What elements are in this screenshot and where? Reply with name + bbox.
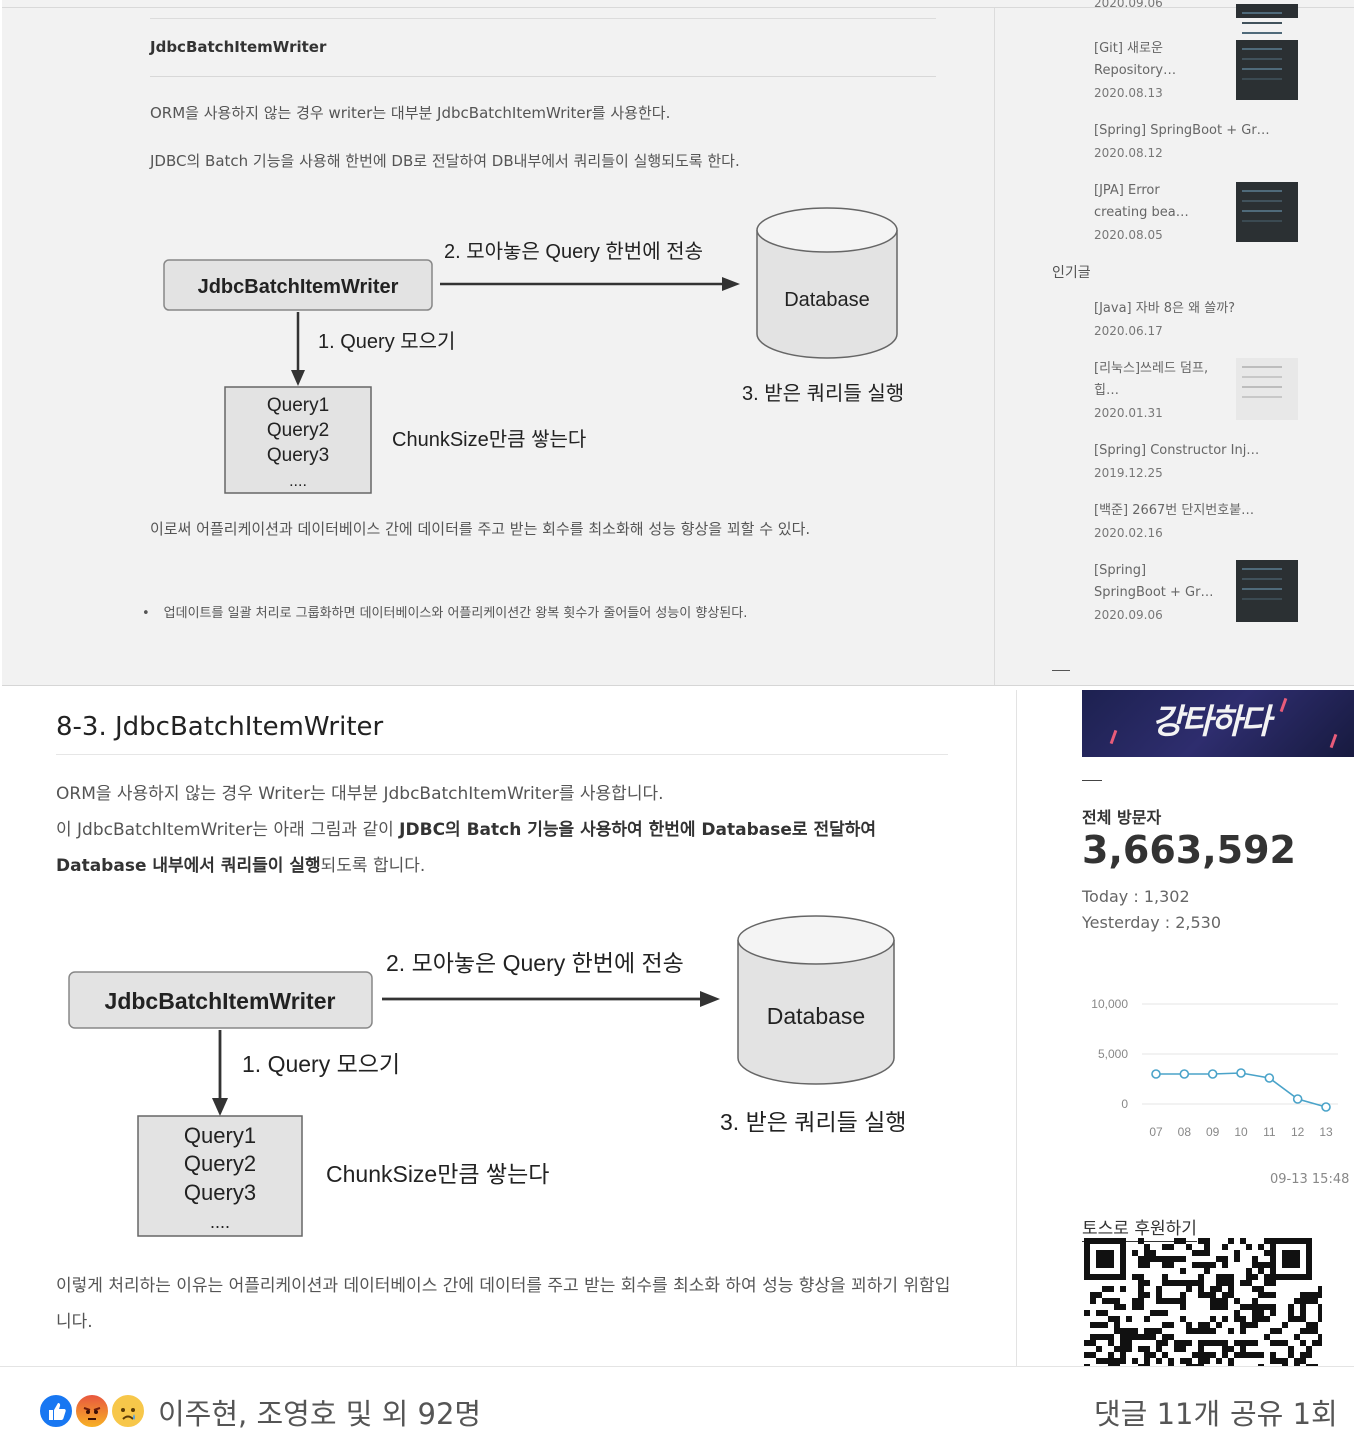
data-point <box>1264 1073 1275 1083</box>
step1-label: 1. Query 모으기 <box>318 330 455 353</box>
query-label: Query2 <box>184 1151 256 1176</box>
data-point <box>1207 1069 1218 1079</box>
sidebar-recent-post[interactable]: [JPA] Error creating bea… 2020.08.05 <box>1094 180 1189 246</box>
sidebar-popular-post[interactable]: [Java] 자바 8은 왜 쓸까? 2020.06.17 <box>1094 298 1235 342</box>
query-label: Query3 <box>267 445 329 466</box>
angry-icon[interactable] <box>74 1393 110 1429</box>
step1-label: 1. Query 모으기 <box>242 1051 400 1077</box>
paragraph: 이렇게 처리하는 이유는 어플리케이션과 데이터베이스 간에 데이터를 주고 받… <box>56 1276 951 1332</box>
top-screenshot-panel: JdbcBatchItemWriter ORM을 사용하지 않는 경우 writ… <box>2 0 1354 686</box>
send-arrowhead <box>700 991 720 1007</box>
chunk-label: ChunkSize만큼 쌓는다 <box>326 1161 549 1187</box>
section-title: 8-3. JdbcBatchItemWriter <box>56 712 384 742</box>
batch-diagram: JdbcBatchItemWriter 2. 모아놓은 Query 한번에 전송… <box>160 206 940 498</box>
post-thumbnail[interactable] <box>1236 182 1298 242</box>
collect-arrowhead <box>212 1098 228 1116</box>
comment-count[interactable]: 댓글 11개 <box>1094 1391 1220 1433</box>
x-tick-label: 08 <box>1178 1125 1192 1139</box>
step3-label: 3. 받은 쿼리들 실행 <box>742 382 904 405</box>
sad-icon[interactable] <box>110 1393 146 1429</box>
y-tick-label: 0 <box>1121 1097 1128 1111</box>
divider <box>56 754 948 755</box>
qr-code[interactable] <box>1084 1238 1322 1366</box>
data-point <box>1321 1102 1331 1112</box>
writer-label: JdbcBatchItemWriter <box>105 988 336 1014</box>
batch-diagram: JdbcBatchItemWriter 2. 모아놓은 Query 한번에 전송… <box>66 912 946 1242</box>
query-label: Query1 <box>184 1123 256 1148</box>
sidebar-recent-post[interactable]: [Git] 새로운 Repository… 2020.08.13 <box>1094 38 1176 104</box>
paragraph: ORM을 사용하지 않는 경우 writer는 대부분 JdbcBatchIte… <box>150 104 671 122</box>
step2-label: 2. 모아놓은 Query 한번에 전송 <box>386 950 684 976</box>
step3-label: 3. 받은 쿼리들 실행 <box>720 1109 906 1135</box>
data-point <box>1151 1069 1161 1079</box>
visitors-yesterday: Yesterday : 2,530 <box>1082 913 1222 932</box>
sidebar-dash <box>1082 780 1102 781</box>
post-thumbnail[interactable] <box>1236 560 1298 622</box>
post-thumbnail[interactable] <box>1236 40 1298 100</box>
sidebar-popular-post[interactable]: [Spring] Constructor Inj… 2019.12.25 <box>1094 440 1259 484</box>
query-label: Query2 <box>267 420 329 441</box>
sidebar-dash <box>1052 670 1070 671</box>
x-tick-label: 13 <box>1319 1125 1333 1139</box>
divider <box>150 76 936 77</box>
visitors-label: 전체 방문자 <box>1082 808 1162 827</box>
writer-label: JdbcBatchItemWriter <box>198 276 399 298</box>
paragraph: JDBC의 Batch 기능을 사용해 한번에 DB로 전달하여 DB내부에서 … <box>150 152 740 170</box>
data-point <box>1236 1068 1246 1078</box>
x-tick-label: 12 <box>1291 1125 1305 1139</box>
divider <box>150 18 936 19</box>
banner-text: 강타하다 <box>1152 702 1271 742</box>
database-label: Database <box>767 1003 865 1029</box>
x-tick-label: 09 <box>1206 1125 1220 1139</box>
x-tick-label: 11 <box>1263 1125 1276 1139</box>
send-arrowhead <box>722 277 740 291</box>
bottom-screenshot-panel: 8-3. JdbcBatchItemWriter ORM을 사용하지 않는 경우… <box>2 690 1354 1366</box>
post-thumbnail[interactable] <box>1236 358 1298 420</box>
query-ellipsis: .... <box>289 473 307 490</box>
post-thumbnail[interactable] <box>1236 4 1298 18</box>
y-tick-label: 10,000 <box>1091 997 1128 1011</box>
x-tick-label: 10 <box>1234 1125 1248 1139</box>
y-tick-label: 5,000 <box>1098 1047 1128 1061</box>
visitors-today: Today : 1,302 <box>1082 887 1190 906</box>
reaction-bar: 이주현, 조영호 및 외 92명 댓글 11개 공유 1회 <box>0 1366 1354 1450</box>
visitors-total: 3,663,592 <box>1082 828 1296 872</box>
paragraph: 이로써 어플리케이션과 데이터베이스 간에 데이터를 주고 받는 회수를 최소화… <box>150 520 811 538</box>
like-icon[interactable] <box>38 1393 74 1429</box>
bullet-item: 업데이트를 일괄 처리로 그룹화하면 데이터베이스와 어플리케이션간 왕복 횟수… <box>142 602 748 621</box>
reaction-names[interactable]: 이주현, 조영호 및 외 92명 <box>158 1391 481 1433</box>
share-count[interactable]: 공유 1회 <box>1230 1391 1338 1433</box>
chart-timestamp: 09-13 15:48 <box>1270 1172 1350 1187</box>
promo-banner[interactable]: 강타하다 <box>1082 690 1354 757</box>
query-label: Query1 <box>267 395 329 416</box>
sidebar-popular-post[interactable]: [백준] 2667번 단지번호붙… 2020.02.16 <box>1094 500 1254 544</box>
sidebar-divider <box>1016 690 1017 1366</box>
step2-label: 2. 모아놓은 Query 한번에 전송 <box>444 240 703 263</box>
collect-arrowhead <box>291 370 305 386</box>
popular-heading: 인기글 <box>1052 265 1091 281</box>
sidebar-popular-post[interactable]: [리눅스]쓰레드 덤프, 힙… 2020.01.31 <box>1094 358 1208 424</box>
query-label: Query3 <box>184 1180 256 1205</box>
sidebar-popular-post[interactable]: [Spring] SpringBoot + Gr… 2020.09.06 <box>1094 560 1213 626</box>
data-point <box>1179 1069 1190 1079</box>
sidebar-divider <box>994 8 995 685</box>
query-ellipsis: .... <box>210 1212 230 1232</box>
chunk-label: ChunkSize만큼 쌓는다 <box>392 428 586 451</box>
visitor-chart: 10,000 5,000 0 07 08 09 10 11 12 13 <box>1091 997 1338 1139</box>
paragraph: ORM을 사용하지 않는 경우 Writer는 대부분 JdbcBatchIte… <box>56 784 664 804</box>
data-point <box>1292 1094 1303 1104</box>
section-title: JdbcBatchItemWriter <box>150 38 327 56</box>
toss-donate-link[interactable]: 토스로 후원하기 <box>1082 1214 1197 1242</box>
x-tick-label: 07 <box>1149 1125 1163 1139</box>
sidebar-recent-post[interactable]: [Spring] SpringBoot + Gr… 2020.08.12 <box>1094 120 1270 164</box>
database-label: Database <box>784 289 870 311</box>
sidebar-post-date: 2020.09.06 <box>1094 0 1163 10</box>
paragraph: 이 JdbcBatchItemWriter는 아래 그림과 같이 JDBC의 B… <box>56 820 876 876</box>
